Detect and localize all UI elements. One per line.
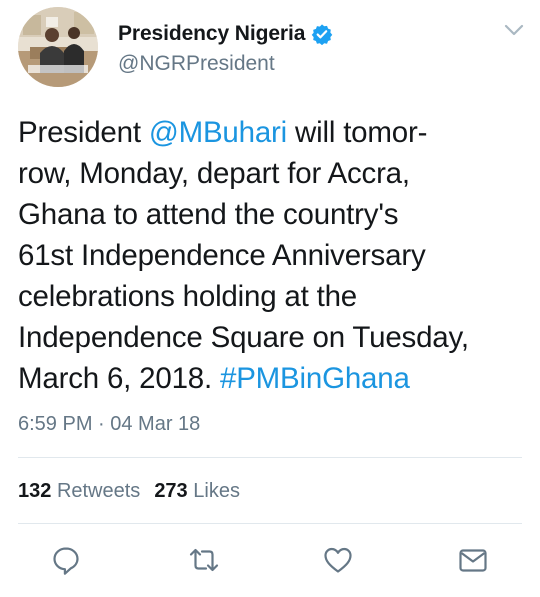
tweet-text-segment: will tomor-: [287, 116, 428, 149]
display-name[interactable]: Presidency Nigeria: [118, 22, 305, 46]
likes-label: Likes: [193, 480, 240, 502]
tweet-line: 61st Independence Anniversary: [18, 235, 528, 276]
avatar-photo: [18, 7, 98, 87]
handle[interactable]: @NGRPresident: [118, 52, 333, 76]
chevron-down-icon[interactable]: [503, 22, 525, 38]
author-block: Presidency Nigeria @NGRPresident: [118, 20, 333, 76]
likes-stat[interactable]: 273 Likes: [154, 480, 240, 502]
likes-count: 273: [154, 480, 188, 502]
tweet-text-segment: celebrations holding at the: [18, 280, 358, 313]
tweet-text-segment: Independence Square on Tuesday,: [18, 321, 469, 354]
avatar[interactable]: [18, 7, 98, 87]
tweet-text-segment: 61st Independence Anniversary: [18, 239, 426, 272]
reply-icon[interactable]: [50, 544, 82, 576]
tweet-text: President @MBuhari will tomor- row, Mond…: [18, 112, 528, 399]
retweet-icon[interactable]: [188, 544, 220, 576]
action-bar: [0, 540, 540, 580]
display-name-row: Presidency Nigeria: [118, 20, 333, 48]
tweet-line: Independence Square on Tuesday,: [18, 317, 528, 358]
retweets-count: 132: [18, 480, 52, 502]
hashtag-link[interactable]: #PMBinGhana: [220, 362, 410, 395]
tweet-line: row, Monday, depart for Accra,: [18, 153, 528, 194]
tweet-line: March 6, 2018. #PMBinGhana: [18, 358, 528, 399]
tweet-text-segment: row, Monday, depart for Accra,: [18, 157, 410, 190]
divider: [18, 457, 522, 458]
tweet-text-segment: President: [18, 116, 149, 149]
message-icon[interactable]: [457, 544, 489, 576]
tweet-card: Presidency Nigeria @NGRPresident Preside…: [0, 0, 540, 597]
tweet-line: Ghana to attend the country's: [18, 194, 528, 235]
tweet-timestamp[interactable]: 6:59 PM · 04 Mar 18: [18, 413, 200, 436]
retweets-stat[interactable]: 132 Retweets: [18, 480, 140, 502]
tweet-text-segment: March 6, 2018.: [18, 362, 220, 395]
mention-link[interactable]: @MBuhari: [149, 116, 287, 149]
tweet-stats: 132 Retweets 273 Likes: [18, 480, 254, 503]
like-icon[interactable]: [322, 544, 354, 576]
retweets-label: Retweets: [56, 480, 141, 502]
tweet-line: President @MBuhari will tomor-: [18, 112, 528, 153]
tweet-line: celebrations holding at the: [18, 276, 528, 317]
verified-badge-icon: [311, 23, 333, 46]
divider: [18, 523, 522, 524]
tweet-text-segment: Ghana to attend the country's: [18, 198, 399, 231]
